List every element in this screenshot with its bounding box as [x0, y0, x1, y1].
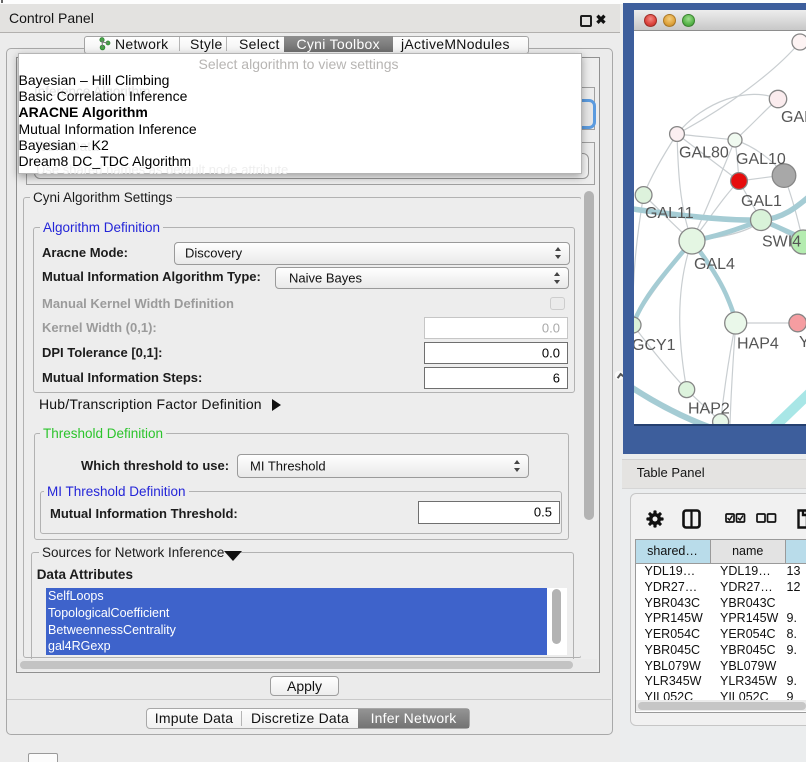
svg-text:GCY1: GCY1 [634, 337, 676, 354]
svg-text:GAL11: GAL11 [645, 205, 694, 222]
svg-text:GAL80: GAL80 [679, 144, 729, 161]
svg-text:HAP4: HAP4 [737, 335, 779, 352]
svg-text:Y: Y [799, 334, 806, 351]
svg-text:GAL1: GAL1 [741, 193, 782, 210]
svg-text:GAL2: GAL2 [781, 109, 806, 126]
svg-text:GAL4: GAL4 [694, 256, 735, 273]
svg-text:HAP2: HAP2 [688, 400, 730, 417]
svg-text:GAL10: GAL10 [736, 151, 786, 168]
svg-text:SWI4: SWI4 [762, 233, 801, 250]
